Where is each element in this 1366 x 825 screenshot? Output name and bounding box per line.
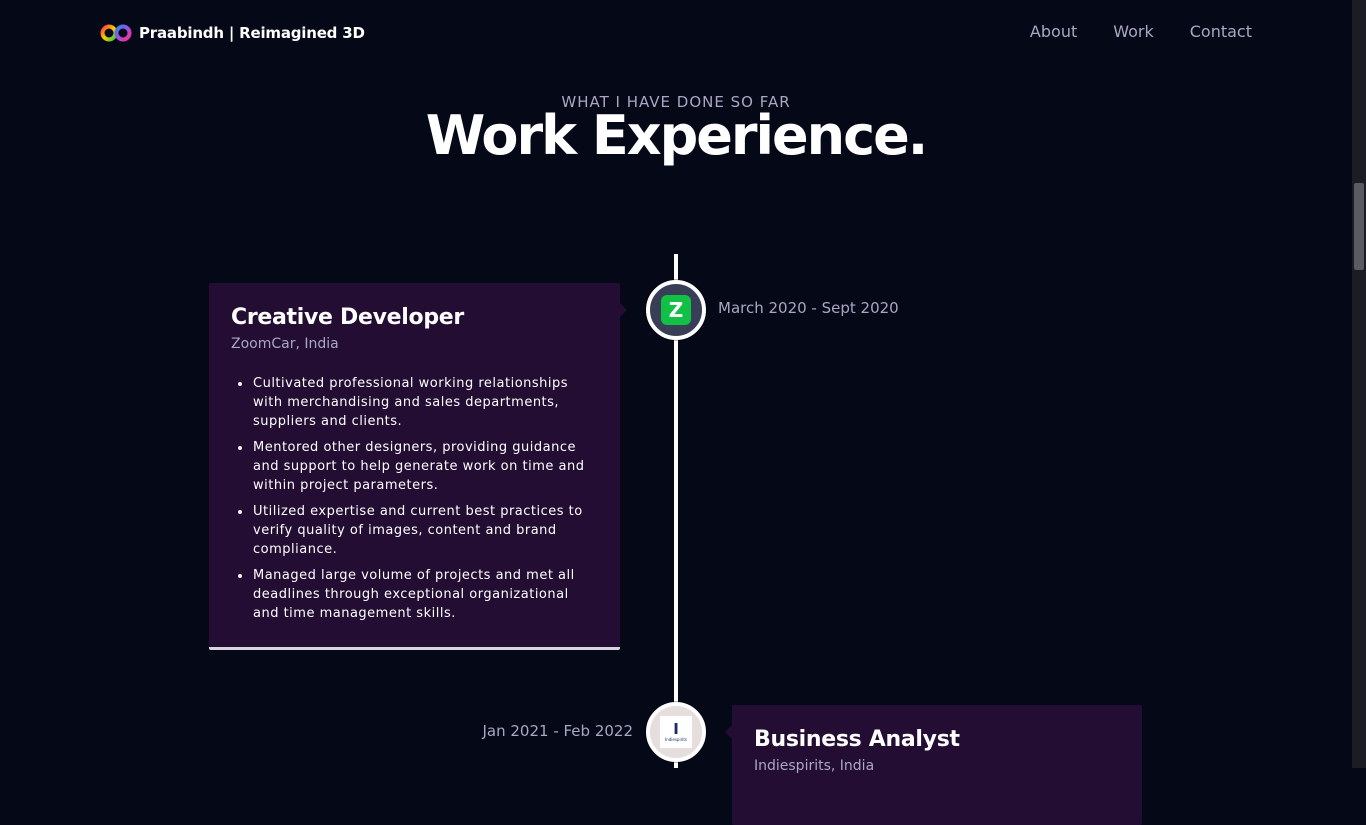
timeline-icon: I Indiespirits	[646, 702, 706, 762]
brand-link[interactable]: Praabindh | Reimagined 3D	[100, 21, 365, 45]
experience-point: Utilized expertise and current best prac…	[252, 502, 598, 559]
timeline-icon: Z	[646, 280, 706, 340]
experience-card: Creative Developer ZoomCar, India Cultiv…	[209, 283, 620, 650]
nav-link-about[interactable]: About	[1030, 22, 1077, 41]
experience-company: ZoomCar, India	[231, 336, 339, 352]
experience-card: Business Analyst Indiespirits, India	[732, 705, 1142, 825]
experience-date: March 2020 - Sept 2020	[718, 299, 899, 317]
experience-points: Cultivated professional working relation…	[231, 374, 598, 623]
experience-date: Jan 2021 - Feb 2022	[482, 722, 633, 740]
experience-point: Cultivated professional working relation…	[252, 374, 598, 431]
nav-link-work[interactable]: Work	[1113, 22, 1154, 41]
experience-point: Mentored other designers, providing guid…	[252, 438, 598, 495]
zoomcar-logo-icon: Z	[661, 295, 691, 325]
brand-name: Praabindh | Reimagined 3D	[139, 24, 365, 42]
card-pointer	[725, 725, 732, 739]
experience-title: Business Analyst	[754, 727, 960, 752]
navbar: Praabindh | Reimagined 3D About Work Con…	[0, 0, 1352, 66]
page-scrollbar[interactable]	[1352, 0, 1366, 768]
nav-link-contact[interactable]: Contact	[1190, 22, 1252, 41]
indiespirits-logo-word: Indiespirits	[665, 737, 687, 742]
infinity-logo-icon	[100, 24, 132, 42]
indiespirits-logo-icon: I Indiespirits	[660, 716, 692, 748]
section-title: Work Experience.	[425, 104, 928, 167]
nav-links: About Work Contact	[1030, 22, 1252, 41]
scrollbar-thumb[interactable]	[1354, 183, 1364, 270]
experience-point: Managed large volume of projects and met…	[252, 566, 598, 623]
card-pointer	[620, 303, 627, 317]
experience-title: Creative Developer	[231, 305, 464, 330]
experience-company: Indiespirits, India	[754, 758, 875, 774]
indiespirits-logo-mark: I	[673, 720, 679, 738]
